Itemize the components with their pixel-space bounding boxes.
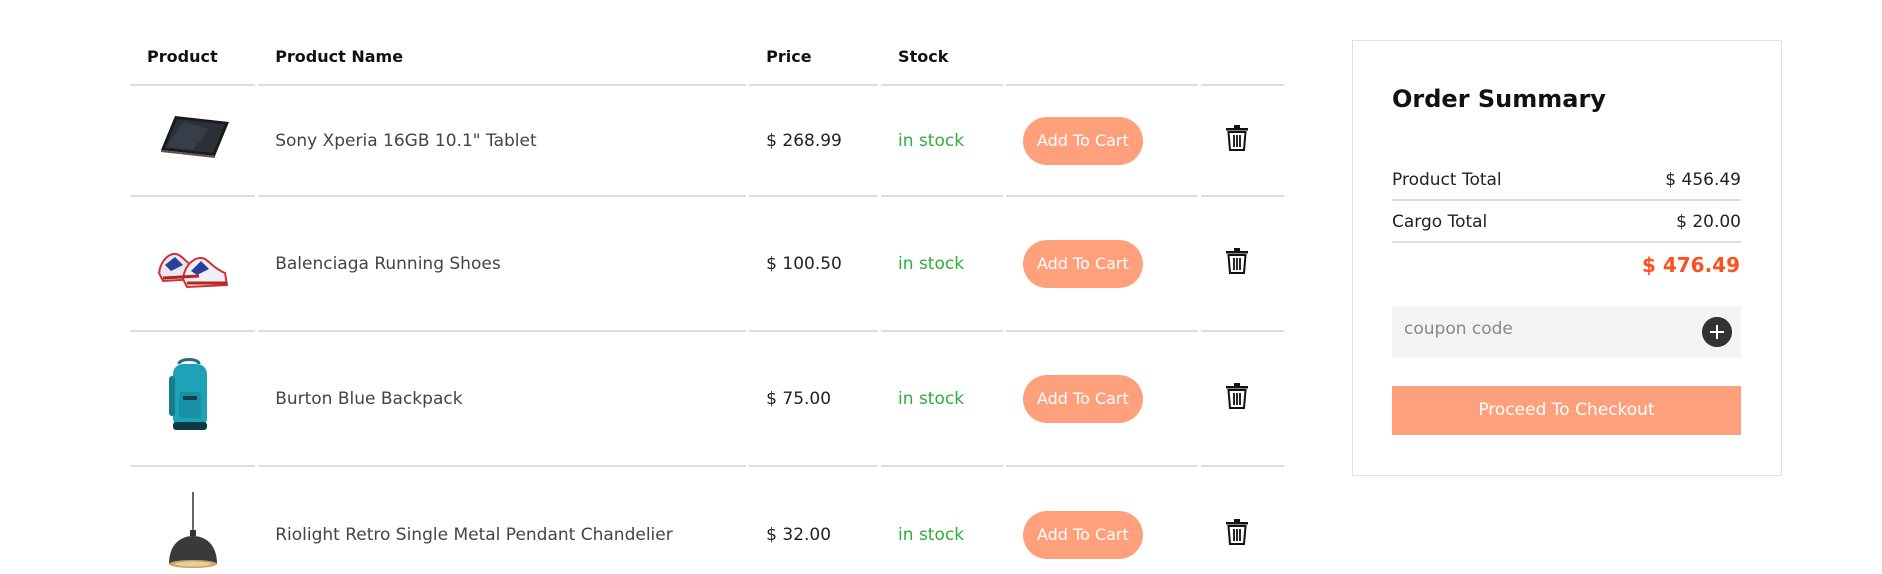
- table-row: Burton Blue Backpack $ 75.00 in stock Ad…: [130, 332, 1284, 467]
- product-total-row: Product Total $ 456.49: [1392, 161, 1741, 201]
- add-to-cart-button[interactable]: Add To Cart: [1022, 239, 1143, 288]
- header-product: Product: [130, 28, 256, 86]
- product-total-value: $ 456.49: [1665, 170, 1741, 190]
- action-cell: Add To Cart: [1005, 197, 1198, 332]
- product-price: $ 75.00: [749, 332, 879, 467]
- delete-cell: [1200, 332, 1284, 467]
- product-name[interactable]: Balenciaga Running Shoes: [258, 197, 747, 332]
- trash-icon[interactable]: [1225, 248, 1248, 274]
- order-summary-panel: Order Summary Product Total $ 456.49 Car…: [1352, 40, 1782, 476]
- product-name[interactable]: Sony Xperia 16GB 10.1" Tablet: [258, 86, 747, 197]
- add-to-cart-button[interactable]: Add To Cart: [1022, 116, 1143, 165]
- action-cell: Add To Cart: [1005, 86, 1198, 197]
- table-row: Balenciaga Running Shoes $ 100.50 in sto…: [130, 197, 1284, 332]
- product-price: $ 32.00: [766, 524, 832, 545]
- delete-cell: [1201, 467, 1284, 574]
- product-total-label: Product Total: [1392, 170, 1502, 190]
- stock-status: in stock: [881, 332, 1003, 467]
- product-price: $ 100.50: [749, 197, 879, 332]
- grand-total: $ 476.49: [1641, 253, 1740, 277]
- product-image-cell: [130, 86, 256, 197]
- cart-table: Product Product Name Price Stock Sony Xp…: [127, 28, 1287, 574]
- cargo-total-row: Cargo Total $ 20.00: [1392, 203, 1741, 243]
- stock-status: in stock: [881, 197, 1003, 332]
- delete-cell: [1200, 197, 1284, 332]
- coupon-field: [1392, 306, 1741, 358]
- header-product-name: Product Name: [258, 28, 747, 86]
- tablet-image[interactable]: [153, 98, 233, 178]
- product-image-cell: [130, 332, 256, 467]
- header-stock: Stock: [881, 28, 1003, 86]
- backpack-image[interactable]: [153, 356, 233, 436]
- action-cell: Add To Cart: [1005, 332, 1198, 467]
- product-name[interactable]: Riolight Retro Single Metal Pendant Chan…: [258, 467, 746, 574]
- product-name[interactable]: Burton Blue Backpack: [258, 332, 747, 467]
- delete-cell: [1200, 86, 1284, 197]
- product-price: $ 268.99: [749, 86, 879, 197]
- product-image-cell: [130, 467, 255, 574]
- plus-circle-icon[interactable]: [1702, 317, 1732, 347]
- action-cell: Add To Cart: [1006, 467, 1198, 574]
- trash-icon[interactable]: [1225, 125, 1248, 151]
- pendant-lamp-image[interactable]: [153, 492, 233, 572]
- cargo-total-value: $ 20.00: [1676, 212, 1741, 232]
- order-summary-title: Order Summary: [1392, 85, 1606, 113]
- proceed-to-checkout-button[interactable]: Proceed To Checkout: [1392, 386, 1741, 435]
- add-to-cart-button[interactable]: Add To Cart: [1022, 510, 1143, 559]
- coupon-input[interactable]: [1404, 319, 1684, 339]
- stock-status: in stock: [881, 86, 1003, 197]
- trash-icon[interactable]: [1225, 519, 1248, 545]
- stock-status: in stock: [898, 524, 965, 545]
- table-header-row: Product Product Name Price Stock: [130, 28, 1284, 86]
- header-price: Price: [749, 28, 879, 86]
- header-action: [1005, 28, 1198, 86]
- add-to-cart-button[interactable]: Add To Cart: [1022, 374, 1143, 423]
- cargo-total-label: Cargo Total: [1392, 212, 1488, 232]
- shoes-image[interactable]: [153, 221, 233, 301]
- table-row: Riolight Retro Single Metal Pendant Chan…: [130, 467, 1284, 574]
- product-image-cell: [130, 197, 256, 332]
- header-delete: [1200, 28, 1284, 86]
- table-row: Sony Xperia 16GB 10.1" Tablet $ 268.99 i…: [130, 86, 1284, 197]
- trash-icon[interactable]: [1225, 383, 1248, 409]
